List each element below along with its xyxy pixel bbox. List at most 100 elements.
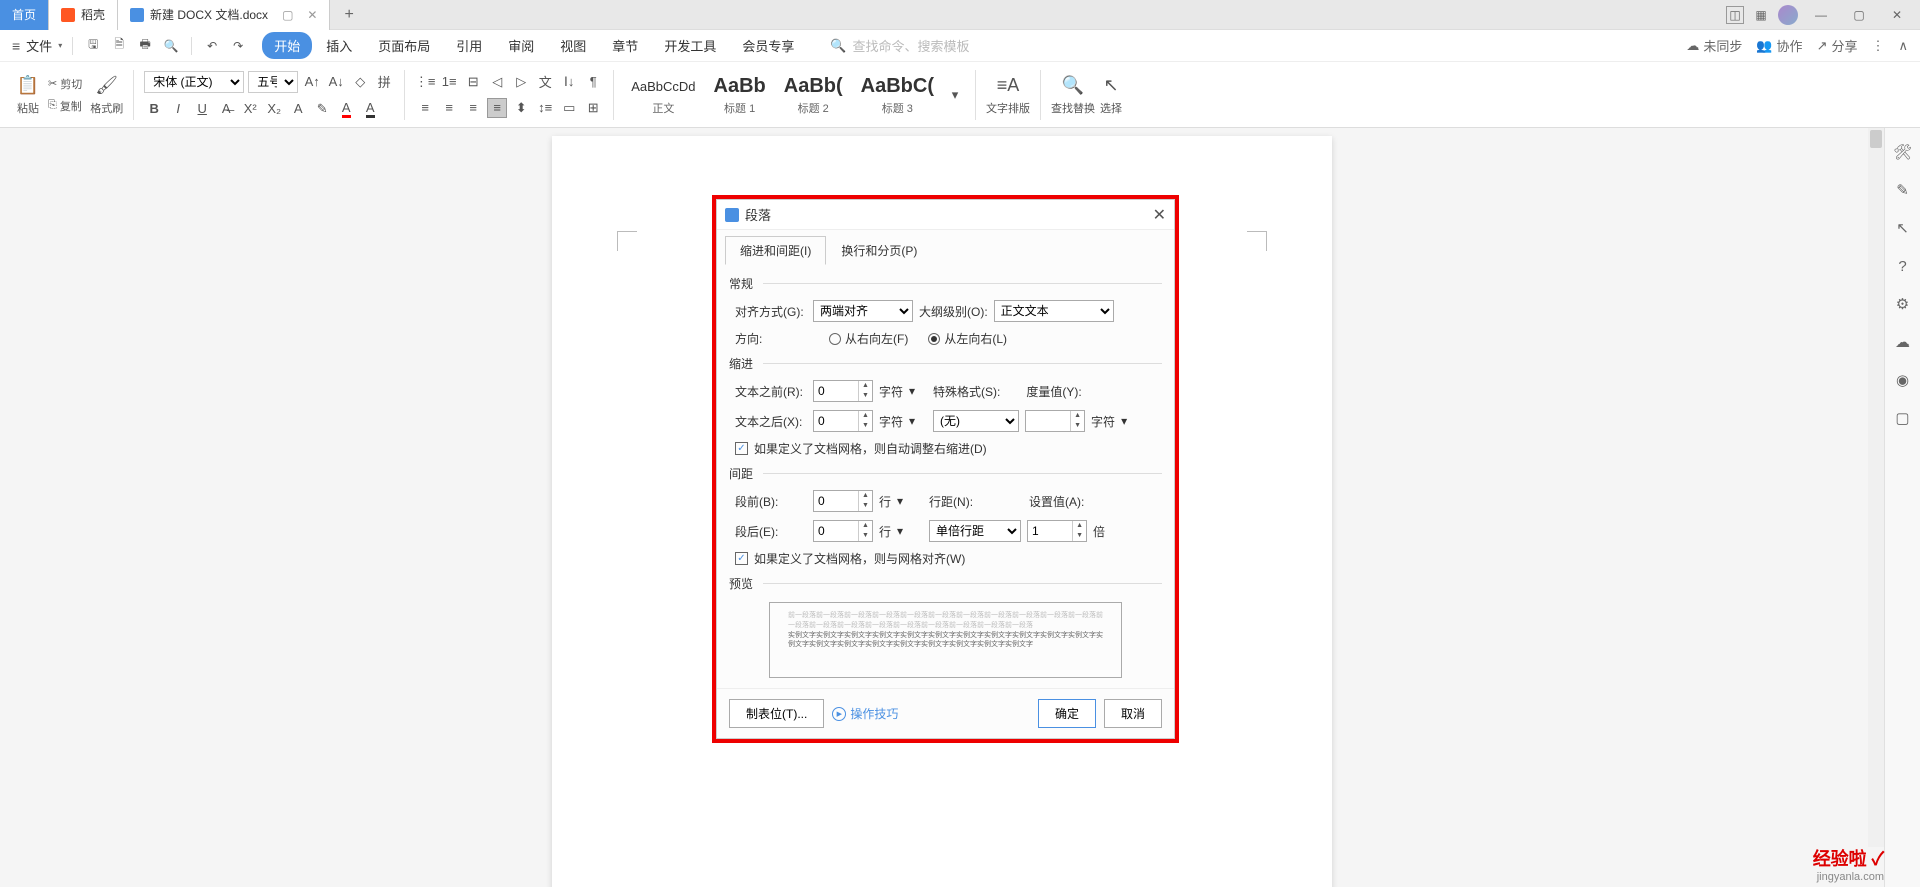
sync-status[interactable]: ☁未同步 [1686, 36, 1742, 55]
command-search[interactable]: 🔍 查找命令、搜索模板 [830, 36, 969, 55]
sort-icon[interactable]: Ⅰ↓ [559, 72, 579, 92]
superscript-icon[interactable]: X² [240, 99, 260, 119]
undo-icon[interactable]: ↶ [202, 36, 222, 56]
dialog-tab-indent[interactable]: 缩进和间距(I) [725, 236, 826, 265]
tab-document[interactable]: 新建 DOCX 文档.docx ▢ ✕ [118, 0, 330, 30]
tab-docker[interactable]: 稻壳 [49, 0, 118, 30]
increase-indent-icon[interactable]: ▷ [511, 72, 531, 92]
tab-close-icon[interactable]: ✕ [307, 8, 317, 22]
tips-link[interactable]: ▶操作技巧 [832, 705, 898, 722]
strike-icon[interactable]: A̶ [216, 99, 236, 119]
numbering-icon[interactable]: 1≡ [439, 72, 459, 92]
set-value-spinner[interactable]: ▲▼ [1027, 520, 1087, 542]
sidebar-help-icon[interactable]: ? [1893, 256, 1913, 276]
alignment-select[interactable]: 两端对齐 [813, 300, 913, 322]
style-normal[interactable]: AaBbCcDd正文 [624, 71, 702, 119]
print-icon[interactable]: 🖶 [135, 36, 155, 56]
align-right-icon[interactable]: ≡ [463, 98, 483, 118]
radio-ltr[interactable]: 从左向右(L) [928, 330, 1007, 347]
highlight-icon[interactable]: ✎ [312, 99, 332, 119]
font-color-icon[interactable]: A [336, 99, 356, 119]
cut-button[interactable]: ✂剪切 [44, 74, 86, 94]
share-button[interactable]: ↗分享 [1817, 36, 1858, 55]
after-para-spinner[interactable]: ▲▼ [813, 520, 873, 542]
scrollbar-thumb[interactable] [1870, 130, 1882, 148]
borders-icon[interactable]: ⊞ [583, 98, 603, 118]
bg-color-icon[interactable]: A [360, 99, 380, 119]
window-minimize[interactable]: — [1806, 5, 1836, 25]
sidebar-settings-icon[interactable]: ⚙ [1893, 294, 1913, 314]
asian-layout-icon[interactable]: 文 [535, 72, 555, 92]
text-layout-button[interactable]: ≡A文字排版 [986, 74, 1030, 116]
font-name-select[interactable]: 宋体 (正文) [144, 71, 244, 93]
style-heading3[interactable]: AaBbC(标题 3 [854, 71, 941, 119]
ribbon-tab-review[interactable]: 审阅 [496, 32, 546, 59]
show-marks-icon[interactable]: ¶ [583, 72, 603, 92]
style-heading1[interactable]: AaBb标题 1 [707, 71, 773, 119]
menu-icon[interactable]: ≡ [12, 38, 20, 54]
line-spacing-icon[interactable]: ↕≡ [535, 98, 555, 118]
auto-indent-checkbox[interactable]: ✓如果定义了文档网格，则自动调整右缩进(D) [735, 440, 987, 457]
underline-icon[interactable]: U [192, 99, 212, 119]
avatar[interactable] [1778, 5, 1798, 25]
after-text-spinner[interactable]: ▲▼ [813, 410, 873, 432]
window-maximize[interactable]: ▢ [1844, 5, 1874, 25]
ribbon-tab-start[interactable]: 开始 [262, 32, 312, 59]
more-icon[interactable]: ⋮ [1871, 38, 1884, 54]
ribbon-tab-reference[interactable]: 引用 [444, 32, 494, 59]
outline-select[interactable]: 正文文本 [994, 300, 1114, 322]
copy-button[interactable]: ⎘复制 [44, 96, 86, 116]
before-para-spinner[interactable]: ▲▼ [813, 490, 873, 512]
vertical-scrollbar[interactable] [1868, 128, 1884, 847]
spin-down[interactable]: ▼ [859, 391, 872, 401]
tab-home[interactable]: 首页 [0, 0, 49, 30]
window-close[interactable]: ✕ [1882, 5, 1912, 25]
radio-rtl[interactable]: 从右向左(F) [829, 330, 908, 347]
redo-icon[interactable]: ↷ [228, 36, 248, 56]
ribbon-tab-dev[interactable]: 开发工具 [652, 32, 728, 59]
align-justify-icon[interactable]: ≡ [487, 98, 507, 118]
select-button[interactable]: ↖选择 [1099, 74, 1123, 116]
style-heading2[interactable]: AaBb(标题 2 [777, 71, 850, 119]
tabstop-button[interactable]: 制表位(T)... [729, 699, 824, 728]
layout1-icon[interactable]: ◫ [1726, 6, 1744, 24]
italic-icon[interactable]: I [168, 99, 188, 119]
subscript-icon[interactable]: X₂ [264, 99, 284, 119]
shading-icon[interactable]: ▭ [559, 98, 579, 118]
align-center-icon[interactable]: ≡ [439, 98, 459, 118]
save-icon[interactable]: 🖫 [83, 36, 103, 56]
bullets-icon[interactable]: ⋮≡ [415, 72, 435, 92]
cancel-button[interactable]: 取消 [1104, 699, 1162, 728]
ribbon-tab-insert[interactable]: 插入 [314, 32, 364, 59]
file-menu[interactable]: 文件 [26, 36, 52, 55]
distribute-icon[interactable]: ⬍ [511, 98, 531, 118]
phonetic-icon[interactable]: 拼 [374, 72, 394, 92]
ribbon-tab-view[interactable]: 视图 [548, 32, 598, 59]
ribbon-tab-layout[interactable]: 页面布局 [366, 32, 442, 59]
measure-spinner[interactable]: ▲▼ [1025, 410, 1085, 432]
new-tab-button[interactable]: + [330, 6, 367, 24]
styles-more-icon[interactable]: ▾ [945, 85, 965, 105]
collapse-icon[interactable]: ∧ [1898, 38, 1908, 54]
special-select[interactable]: (无) [933, 410, 1019, 432]
dialog-tab-break[interactable]: 换行和分页(P) [826, 236, 932, 265]
font-effect-icon[interactable]: A [288, 99, 308, 119]
tab-ext-icon[interactable]: ▢ [282, 8, 293, 22]
paste-button[interactable]: 📋粘贴 [16, 74, 40, 116]
ribbon-tab-vip[interactable]: 会员专享 [730, 32, 806, 59]
sidebar-cursor-icon[interactable]: ↖ [1893, 218, 1913, 238]
grow-font-icon[interactable]: A↑ [302, 72, 322, 92]
spin-up[interactable]: ▲ [859, 381, 872, 391]
sidebar-template-icon[interactable]: ◉ [1893, 370, 1913, 390]
multilevel-icon[interactable]: ⊟ [463, 72, 483, 92]
print-preview-icon[interactable]: 🔍 [161, 36, 181, 56]
sidebar-pen-icon[interactable]: ✎ [1893, 180, 1913, 200]
sidebar-dock-icon[interactable]: ▢ [1893, 408, 1913, 428]
bold-icon[interactable]: B [144, 99, 164, 119]
collab-button[interactable]: 👥协作 [1756, 36, 1802, 55]
decrease-indent-icon[interactable]: ◁ [487, 72, 507, 92]
font-size-select[interactable]: 五号 [248, 71, 298, 93]
line-spacing-select[interactable]: 单倍行距 [929, 520, 1021, 542]
clear-format-icon[interactable]: ◇ [350, 72, 370, 92]
grid-icon[interactable]: ▦ [1752, 6, 1770, 24]
